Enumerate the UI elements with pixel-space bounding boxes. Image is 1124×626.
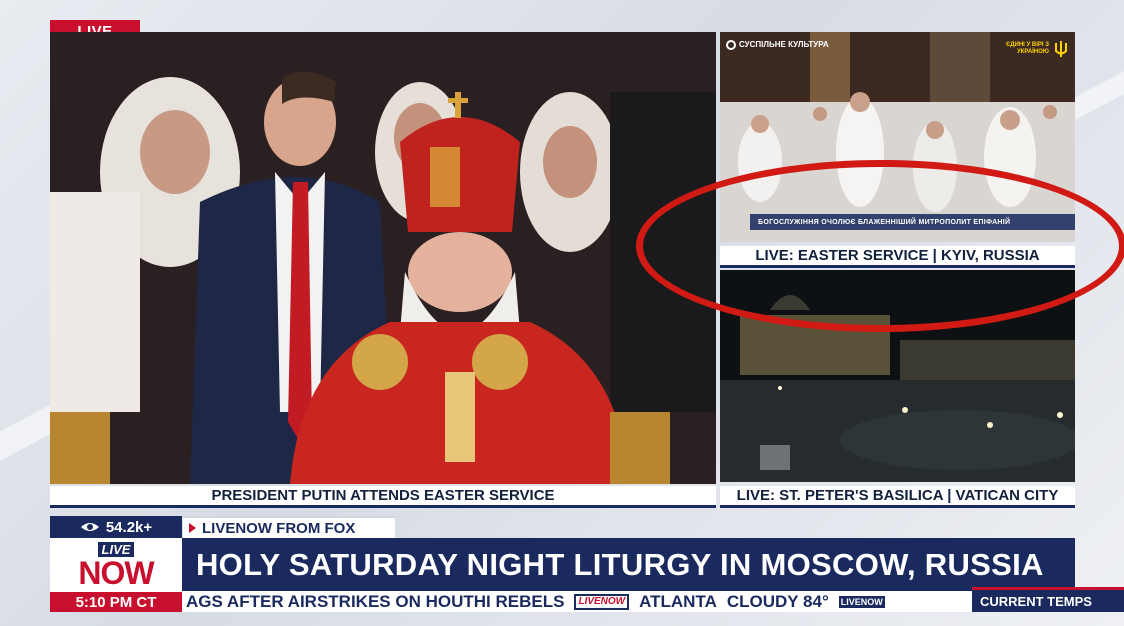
vatican-video-feed[interactable] <box>720 270 1075 482</box>
ticker-logo: LIVENOW <box>574 593 630 610</box>
news-ticker: AGS AFTER AIRSTRIKES ON HOUTHI REBELS LI… <box>182 591 972 612</box>
current-temps-tab: CURRENT TEMPS <box>972 587 1124 612</box>
viewer-count-value: 54.2k+ <box>105 518 153 536</box>
kyiv-video-caption: LIVE: EASTER SERVICE | KYIV, RUSSIA <box>720 246 1075 268</box>
source-tab-label: LIVENOW FROM FOX <box>202 519 356 537</box>
vatican-video-scene <box>720 270 1075 482</box>
ticker-city: ATLANTA <box>639 591 717 611</box>
main-video-scene <box>50 32 716 484</box>
logo-now-text: NOW <box>78 554 154 591</box>
ticker-logo-small: LIVENOW <box>838 595 885 608</box>
ticker-text: AGS AFTER AIRSTRIKES ON HOUTHI REBELS <box>186 591 565 611</box>
main-video-feed[interactable] <box>50 32 716 484</box>
viewer-count: 54.2k+ <box>50 516 182 538</box>
channel-logo-icon <box>726 40 736 50</box>
vatican-video-caption: LIVE: ST. PETER'S BASILICA | VATICAN CIT… <box>720 486 1075 508</box>
main-video-caption: PRESIDENT PUTIN ATTENDS EASTER SERVICE <box>50 486 716 508</box>
trident-icon <box>1055 41 1067 57</box>
clock: 5:10 PM CT <box>50 592 182 612</box>
channel-logo-text: СУСПІЛЬНЕ КУЛЬТУРА <box>739 40 829 50</box>
kyiv-video-feed[interactable]: СУСПІЛЬНЕ КУЛЬТУРА ЄДИНІ У ВІРІ З УКРАЇН… <box>720 32 1075 242</box>
eye-icon <box>80 523 99 531</box>
headline: HOLY SATURDAY NIGHT LITURGY IN MOSCOW, R… <box>182 538 1075 592</box>
source-tab: LIVENOW FROM FOX <box>183 516 395 538</box>
unity-ribbon: ЄДИНІ У ВІРІ З УКРАЇНОЮ <box>1005 42 1049 55</box>
livenow-logo: LIVE NOW <box>50 538 182 592</box>
kyiv-lower-third: БОГОСЛУЖІННЯ ОЧОЛЮЄ БЛАЖЕННІШИЙ МИТРОПОЛ… <box>750 214 1075 230</box>
kyiv-video-scene <box>720 32 1075 242</box>
ticker-weather: CLOUDY 84° <box>726 591 829 611</box>
play-icon <box>189 523 196 533</box>
channel-logo: СУСПІЛЬНЕ КУЛЬТУРА <box>726 40 829 50</box>
